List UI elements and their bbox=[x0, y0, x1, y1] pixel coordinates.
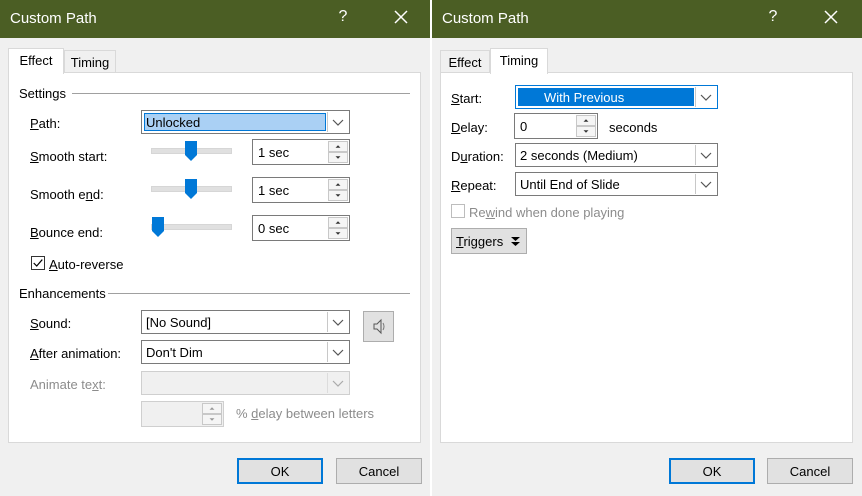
letter-delay-spinner[interactable] bbox=[141, 401, 224, 427]
speaker-icon bbox=[373, 318, 385, 335]
bounce-end-label: Bounce end: bbox=[30, 225, 104, 240]
spin-down-icon[interactable] bbox=[328, 190, 348, 201]
bounce-end-spinner[interactable]: 0 sec bbox=[252, 215, 350, 241]
sound-dropdown[interactable]: [No Sound] bbox=[141, 310, 350, 334]
close-icon[interactable] bbox=[823, 9, 839, 25]
after-animation-value: Don't Dim bbox=[146, 345, 203, 360]
title-bar[interactable]: Custom Path ? bbox=[0, 0, 430, 38]
chevron-down-icon bbox=[695, 145, 712, 165]
spin-up-icon[interactable] bbox=[576, 115, 596, 126]
smooth-start-slider-thumb[interactable] bbox=[184, 140, 198, 162]
after-animation-dropdown[interactable]: Don't Dim bbox=[141, 340, 350, 364]
spin-up-icon[interactable] bbox=[328, 217, 348, 228]
path-label: Path: bbox=[30, 116, 61, 131]
ok-button[interactable]: OK bbox=[237, 458, 323, 484]
settings-group-label: Settings bbox=[19, 86, 66, 101]
path-dropdown[interactable]: Unlocked bbox=[141, 110, 350, 134]
smooth-start-spinner[interactable]: 1 sec bbox=[252, 139, 350, 165]
delay-label: Delay: bbox=[451, 120, 488, 135]
spin-up-icon[interactable] bbox=[202, 403, 222, 414]
smooth-end-slider-thumb[interactable] bbox=[184, 178, 198, 200]
spin-down-icon[interactable] bbox=[202, 414, 222, 425]
spin-up-icon[interactable] bbox=[328, 141, 348, 152]
smooth-end-value: 1 sec bbox=[258, 183, 290, 198]
sound-value: [No Sound] bbox=[146, 315, 212, 330]
title-bar[interactable]: Custom Path ? bbox=[432, 0, 862, 38]
help-button[interactable]: ? bbox=[765, 8, 781, 26]
help-button[interactable]: ? bbox=[335, 8, 351, 26]
cancel-button[interactable]: Cancel bbox=[767, 458, 853, 484]
spin-up-icon[interactable] bbox=[328, 179, 348, 190]
start-label: Start: bbox=[451, 91, 483, 106]
smooth-end-spinner[interactable]: 1 sec bbox=[252, 177, 350, 203]
settings-divider bbox=[72, 93, 410, 94]
chevron-down-icon bbox=[695, 174, 712, 194]
sound-volume-button[interactable] bbox=[363, 311, 394, 342]
smooth-end-label: Smooth end: bbox=[30, 187, 104, 202]
spin-down-icon[interactable] bbox=[328, 152, 348, 163]
smooth-start-label: Smooth start: bbox=[30, 149, 108, 164]
auto-reverse-checkbox[interactable] bbox=[31, 256, 45, 270]
duration-dropdown[interactable]: 2 seconds (Medium) bbox=[515, 143, 718, 167]
dialog-custom-path-effect: Custom Path ? Effect Timing Settings Pat… bbox=[0, 0, 430, 496]
ok-button[interactable]: OK bbox=[669, 458, 755, 484]
tab-timing[interactable]: Timing bbox=[490, 48, 548, 74]
double-chevron-down-icon bbox=[511, 237, 520, 246]
rewind-label: Rewind when done playing bbox=[469, 205, 625, 220]
path-value: Unlocked bbox=[146, 115, 201, 130]
chevron-down-icon bbox=[695, 87, 712, 107]
chevron-down-icon bbox=[327, 312, 344, 332]
sound-label: Sound: bbox=[30, 316, 72, 331]
triggers-button[interactable]: Triggers bbox=[451, 228, 527, 254]
bounce-end-slider-thumb[interactable] bbox=[151, 216, 165, 238]
spin-down-icon[interactable] bbox=[328, 228, 348, 239]
bounce-end-value: 0 sec bbox=[258, 221, 290, 236]
rewind-checkbox[interactable] bbox=[451, 204, 465, 218]
tab-timing[interactable]: Timing bbox=[64, 50, 116, 74]
duration-label: Duration: bbox=[451, 149, 504, 164]
repeat-label: Repeat: bbox=[451, 178, 497, 193]
animate-text-label: Animate text: bbox=[30, 377, 106, 392]
enhancements-group-label: Enhancements bbox=[19, 286, 106, 301]
chevron-down-icon bbox=[327, 342, 344, 362]
smooth-start-value: 1 sec bbox=[258, 145, 290, 160]
delay-unit: seconds bbox=[609, 120, 658, 135]
dialog-title: Custom Path bbox=[442, 10, 529, 27]
letter-delay-label: % delay between letters bbox=[236, 406, 375, 421]
repeat-dropdown[interactable]: Until End of Slide bbox=[515, 172, 718, 196]
tab-effect[interactable]: Effect bbox=[8, 48, 64, 74]
spin-down-icon[interactable] bbox=[576, 126, 596, 137]
delay-value: 0 bbox=[520, 119, 528, 134]
tab-effect[interactable]: Effect bbox=[440, 50, 490, 74]
start-value: With Previous bbox=[544, 90, 625, 105]
start-dropdown[interactable]: With Previous bbox=[515, 85, 718, 109]
dialog-custom-path-timing: Custom Path ? Effect Timing Start: With … bbox=[432, 0, 862, 496]
chevron-down-icon bbox=[327, 112, 344, 132]
triggers-label: Triggers bbox=[456, 234, 504, 249]
cancel-button[interactable]: Cancel bbox=[336, 458, 422, 484]
repeat-value: Until End of Slide bbox=[520, 177, 620, 192]
dialog-title: Custom Path bbox=[10, 10, 97, 27]
duration-value: 2 seconds (Medium) bbox=[520, 148, 638, 163]
after-animation-label: After animation: bbox=[30, 346, 122, 361]
auto-reverse-label: Auto-reverse bbox=[49, 257, 124, 272]
enhancements-divider bbox=[108, 293, 410, 294]
close-icon[interactable] bbox=[393, 9, 409, 25]
delay-spinner[interactable]: 0 bbox=[514, 113, 598, 139]
animate-text-dropdown[interactable] bbox=[141, 371, 350, 395]
chevron-down-icon bbox=[327, 373, 344, 393]
